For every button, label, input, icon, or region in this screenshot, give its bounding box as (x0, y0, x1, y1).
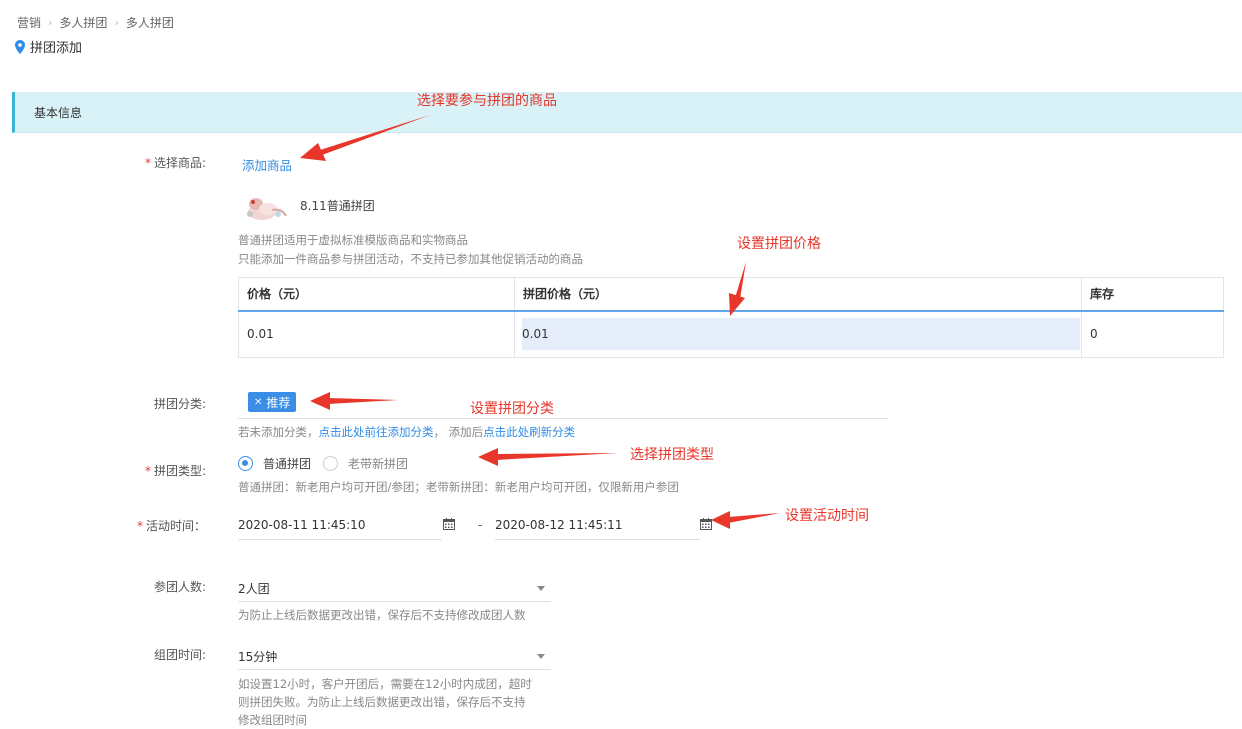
members-hint: 为防止上线后数据更改出错，保存后不支持修改成团人数 (238, 608, 526, 622)
tag-remove-icon[interactable]: ✕ (254, 397, 262, 408)
price-table: 价格（元） 拼团价格（元） 库存 0.01 0 (238, 277, 1224, 358)
radio-label-old-with-new: 老带新拼团 (348, 457, 409, 471)
annotation-set-category: 设置拼团分类 (470, 401, 554, 417)
duration-hint-line: 修改组团时间 (238, 713, 307, 727)
section-title: 基本信息 (34, 105, 83, 120)
type-label: * 拼团类型: (144, 464, 206, 478)
annotation-select-product: 选择要参与拼团的商品 (417, 93, 557, 109)
table-row: 0.01 0 (238, 310, 1224, 358)
category-tag-input[interactable]: ✕ 推荐 (238, 391, 888, 419)
col-header-price: 价格（元） (238, 277, 515, 312)
group-price-input[interactable] (522, 318, 1080, 351)
cell-price: 0.01 (238, 310, 515, 358)
time-label: * 活动时间： (136, 519, 206, 533)
product-name: 8.11普通拼团 (300, 199, 375, 213)
required-mark: * (144, 156, 151, 170)
breadcrumb: 营销 › 多人拼团 › 多人拼团 (17, 14, 174, 30)
calendar-icon[interactable] (700, 518, 712, 530)
product-hint-1: 普通拼团适用于虚拟标准模版商品和实物商品 (238, 233, 468, 247)
radio-label-normal: 普通拼团 (263, 457, 312, 471)
breadcrumb-item-marketing[interactable]: 营销 (17, 14, 41, 31)
members-select[interactable]: 2人团 (238, 576, 551, 602)
category-hint-prefix: 若未添加分类， (238, 425, 319, 439)
required-mark: * (144, 464, 151, 478)
start-time-value: 2020-08-11 11:45:10 (238, 517, 366, 532)
product-label: * 选择商品: (144, 156, 206, 170)
annotation-arrow (496, 453, 618, 460)
page-title: 拼团添加 (15, 37, 82, 56)
type-hint: 普通拼团：新老用户均可开团/参团；老带新拼团：新老用户均可开团，仅限新用户参团 (238, 480, 679, 494)
col-header-stock: 库存 (1081, 277, 1224, 312)
breadcrumb-item-group-buy-current: 多人拼团 (125, 15, 174, 30)
chevron-down-icon[interactable] (537, 586, 545, 591)
type-radio-old-with-new[interactable]: 老带新拼团 (323, 455, 408, 472)
members-select-value: 2人团 (238, 582, 270, 596)
duration-hint-line: 如设置12小时，客户开团后，需要在12小时内成团，超时 (238, 677, 532, 691)
section-header-basic-info: 基本信息 (12, 92, 1242, 133)
duration-label: 组团时间: (153, 648, 206, 662)
annotation-arrow (300, 143, 326, 161)
type-radio-group: 普通拼团 老带新拼团 (238, 455, 420, 472)
duration-hint: 如设置12小时，客户开团后，需要在12小时内成团，超时 则拼团失败。为防止上线后… (238, 675, 532, 729)
time-range-separator: - (478, 518, 483, 532)
refresh-category-link[interactable]: 点击此处刷新分类 (483, 425, 575, 439)
chevron-down-icon[interactable] (537, 654, 545, 659)
breadcrumb-separator-icon: › (114, 15, 119, 29)
duration-select-value: 15分钟 (238, 650, 278, 664)
cell-stock: 0 (1081, 310, 1224, 358)
duration-hint-line: 则拼团失败。为防止上线后数据更改出错，保存后不支持 (238, 695, 526, 709)
product-thumbnail (247, 198, 287, 220)
category-tag-label: 推荐 (266, 395, 291, 410)
breadcrumb-item-group-buy[interactable]: 多人拼团 (59, 14, 107, 31)
annotation-arrow (478, 448, 498, 466)
category-tag[interactable]: ✕ 推荐 (248, 392, 297, 412)
category-hint: 若未添加分类，点击此处前往添加分类， 添加后点击此处刷新分类 (238, 424, 575, 440)
product-hint-2: 只能添加一件商品参与拼团活动，不支持已参加其他促销活动的商品 (238, 252, 583, 266)
annotation-set-time: 设置活动时间 (785, 508, 869, 524)
radio-selected-icon[interactable] (238, 456, 253, 471)
radio-unselected-icon[interactable] (323, 456, 339, 471)
breadcrumb-separator-icon: › (48, 15, 53, 29)
col-header-group-price: 拼团价格（元） (514, 277, 1082, 312)
annotation-set-price: 设置拼团价格 (737, 236, 821, 252)
members-label: 参团人数: (153, 580, 206, 594)
add-product-link[interactable]: 添加商品 (242, 155, 292, 174)
table-header-row: 价格（元） 拼团价格（元） 库存 (238, 277, 1224, 312)
location-pin-icon (15, 39, 25, 54)
page-title-text: 拼团添加 (30, 41, 83, 56)
category-label: 拼团分类: (153, 397, 206, 411)
add-category-link[interactable]: 点击此处前往添加分类 (319, 425, 434, 439)
type-radio-normal[interactable]: 普通拼团 (238, 455, 311, 472)
duration-select[interactable]: 15分钟 (238, 644, 551, 670)
required-mark: * (136, 519, 143, 533)
cell-group-price (514, 310, 1082, 358)
end-time-value: 2020-08-12 11:45:11 (495, 517, 623, 532)
end-time-input[interactable]: 2020-08-12 11:45:11 (495, 510, 700, 540)
category-hint-mid: ， 添加后 (433, 425, 484, 439)
start-time-input[interactable]: 2020-08-11 11:45:10 (238, 510, 442, 540)
annotation-arrow (711, 511, 730, 529)
calendar-icon[interactable] (443, 518, 455, 530)
annotation-arrow (728, 513, 780, 523)
annotation-select-type: 选择拼团类型 (630, 447, 714, 463)
